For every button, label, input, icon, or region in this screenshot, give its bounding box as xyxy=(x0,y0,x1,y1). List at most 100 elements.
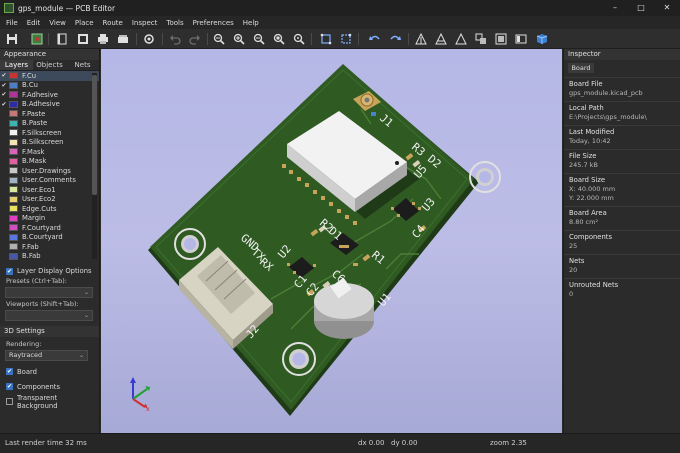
layer-color-swatch[interactable] xyxy=(9,233,18,241)
layer-row[interactable]: B.Mask xyxy=(0,157,99,167)
layer-row[interactable]: B.Silkscreen xyxy=(0,138,99,148)
layer-visibility-check[interactable]: ✔ xyxy=(0,91,8,98)
layer-row[interactable]: B.Courtyard xyxy=(0,233,99,243)
image-icon[interactable] xyxy=(76,32,90,46)
transparent-background-checkbox[interactable] xyxy=(6,398,13,405)
scrollbar-thumb[interactable] xyxy=(92,75,97,195)
layer-row[interactable]: User.Comments xyxy=(0,176,99,186)
render-time: Last render time 32 ms xyxy=(5,439,87,447)
layer-color-swatch[interactable] xyxy=(9,167,18,175)
option-components[interactable]: ✔ Components xyxy=(0,379,99,394)
layer-color-swatch[interactable] xyxy=(9,224,18,232)
layer-visibility-check[interactable]: ✔ xyxy=(0,101,8,108)
layer-row[interactable]: F.Silkscreen xyxy=(0,128,99,138)
inspector-tab-board[interactable]: Board xyxy=(568,63,594,73)
layer-color-swatch[interactable] xyxy=(9,100,18,108)
layer-visibility-check[interactable]: ✔ xyxy=(0,72,8,79)
zoom-area-icon[interactable] xyxy=(292,32,306,46)
layer-row[interactable]: User.Eco2 xyxy=(0,195,99,205)
layer-scrollbar[interactable] xyxy=(92,73,97,259)
menu-help[interactable]: Help xyxy=(243,19,259,27)
board-checkbox[interactable]: ✔ xyxy=(6,368,13,375)
layer-row[interactable]: F.Fab xyxy=(0,242,99,252)
menu-view[interactable]: View xyxy=(49,19,66,27)
menu-edit[interactable]: Edit xyxy=(27,19,41,27)
components-checkbox[interactable]: ✔ xyxy=(6,383,13,390)
redo-icon[interactable] xyxy=(188,32,202,46)
zoom-out-icon[interactable] xyxy=(252,32,266,46)
layer-color-swatch[interactable] xyxy=(9,157,18,165)
layer-color-swatch[interactable] xyxy=(9,214,18,222)
layer-row[interactable]: F.Paste xyxy=(0,109,99,119)
layer-color-swatch[interactable] xyxy=(9,148,18,156)
menu-file[interactable]: File xyxy=(6,19,18,27)
panel-icon[interactable] xyxy=(514,32,528,46)
layer-row[interactable]: Margin xyxy=(0,214,99,224)
close-button[interactable]: ✕ xyxy=(654,0,680,16)
layer-color-swatch[interactable] xyxy=(9,205,18,213)
layer-visibility-check[interactable]: ✔ xyxy=(0,82,8,89)
undo-icon[interactable] xyxy=(168,32,182,46)
layer-color-swatch[interactable] xyxy=(9,72,18,80)
layer-row[interactable]: F.Mask xyxy=(0,147,99,157)
layer-color-swatch[interactable] xyxy=(9,91,18,99)
presets-dropdown[interactable]: ⌄ xyxy=(5,287,93,298)
menu-preferences[interactable]: Preferences xyxy=(193,19,234,27)
layer-row[interactable]: B.Fab xyxy=(0,252,99,262)
layers-3-icon[interactable] xyxy=(454,32,468,46)
zoom-fit-icon[interactable] xyxy=(212,32,226,46)
print-icon[interactable] xyxy=(96,32,110,46)
page-icon[interactable] xyxy=(55,32,69,46)
layer-row[interactable]: F.Courtyard xyxy=(0,223,99,233)
tab-objects[interactable]: Objects xyxy=(33,60,66,70)
option-transparent-background[interactable]: Transparent Background xyxy=(0,394,99,410)
layer-row[interactable]: B.Paste xyxy=(0,119,99,129)
layer-color-swatch[interactable] xyxy=(9,81,18,89)
zoom-in-icon[interactable] xyxy=(232,32,246,46)
tab-nets[interactable]: Nets xyxy=(66,60,99,70)
layer-display-options[interactable]: ✔ Layer Display Options xyxy=(0,265,99,277)
rendering-dropdown[interactable]: Raytraced ⌄ xyxy=(5,350,88,361)
layer-color-swatch[interactable] xyxy=(9,195,18,203)
layer-color-swatch[interactable] xyxy=(9,186,18,194)
zoom-selection-icon[interactable] xyxy=(272,32,286,46)
layer-color-swatch[interactable] xyxy=(9,110,18,118)
layer-color-swatch[interactable] xyxy=(9,252,18,260)
layer-row[interactable]: ✔ F.Adhesive xyxy=(0,90,99,100)
board-setup-icon[interactable] xyxy=(30,32,44,46)
layer-row[interactable]: Edge.Cuts xyxy=(0,204,99,214)
menu-tools[interactable]: Tools xyxy=(166,19,183,27)
grid-icon[interactable] xyxy=(474,32,488,46)
layer-row[interactable]: User.Eco1 xyxy=(0,185,99,195)
menu-inspect[interactable]: Inspect xyxy=(132,19,158,27)
3d-box-icon[interactable] xyxy=(535,32,549,46)
layer-display-options-checkbox[interactable]: ✔ xyxy=(6,267,13,275)
rotate-right-icon[interactable] xyxy=(388,32,402,46)
menu-place[interactable]: Place xyxy=(75,19,94,27)
maximize-button[interactable]: □ xyxy=(628,0,654,16)
layer-color-swatch[interactable] xyxy=(9,176,18,184)
layer-color-swatch[interactable] xyxy=(9,119,18,127)
board-outline-icon[interactable] xyxy=(494,32,508,46)
pcb-icon[interactable] xyxy=(319,32,333,46)
layer-color-swatch[interactable] xyxy=(9,243,18,251)
plot-icon[interactable] xyxy=(116,32,130,46)
layer-color-swatch[interactable] xyxy=(9,138,18,146)
viewports-dropdown[interactable]: ⌄ xyxy=(5,310,93,321)
select-icon[interactable] xyxy=(339,32,353,46)
find-icon[interactable] xyxy=(142,32,156,46)
layer-color-swatch[interactable] xyxy=(9,129,18,137)
layer-row[interactable]: ✔ B.Adhesive xyxy=(0,100,99,110)
layer-row[interactable]: ✔ F.Cu xyxy=(0,71,99,81)
layer-row[interactable]: User.Drawings xyxy=(0,166,99,176)
minimize-button[interactable]: – xyxy=(602,0,628,16)
layer-row[interactable]: ✔ B.Cu xyxy=(0,81,99,91)
rotate-left-icon[interactable] xyxy=(368,32,382,46)
layers-2-icon[interactable] xyxy=(434,32,448,46)
option-board[interactable]: ✔ Board xyxy=(0,364,99,379)
layers-1-icon[interactable] xyxy=(414,32,428,46)
save-icon[interactable] xyxy=(5,32,19,46)
tab-layers[interactable]: Layers xyxy=(0,60,33,70)
menu-route[interactable]: Route xyxy=(103,19,123,27)
3d-viewport[interactable]: J1 R3 D2 U5 U3 C4 R2 D1 R1 C6 U2 C1 C2 U… xyxy=(101,49,562,433)
